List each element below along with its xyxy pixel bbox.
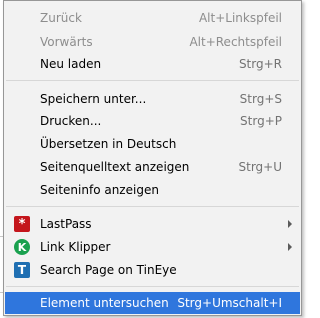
- submenu-arrow-icon: [288, 243, 292, 251]
- menu-separator: [6, 286, 299, 287]
- submenu-arrow-icon: [288, 220, 292, 228]
- menu-item-label: Zurück: [40, 11, 82, 25]
- menu-item-save-as[interactable]: Speichern unter... Strg+S: [5, 88, 300, 110]
- menu-item-label: Neu laden: [40, 57, 102, 71]
- menu-separator: [6, 206, 299, 207]
- menu-item-label: Seiteninfo anzeigen: [40, 183, 159, 197]
- menu-item-shortcut: Strg+R: [238, 57, 282, 71]
- menu-item-inspect-element[interactable]: Element untersuchen Strg+Umschalt+I: [5, 292, 300, 314]
- menu-item-label: LastPass: [40, 217, 92, 231]
- lastpass-icon: *: [14, 216, 30, 232]
- menu-item-label: Übersetzen in Deutsch: [40, 137, 177, 151]
- tineye-icon: T: [14, 262, 30, 278]
- menu-item-translate[interactable]: Übersetzen in Deutsch: [5, 133, 300, 155]
- menu-item-label: Seitenquelltext anzeigen: [40, 160, 190, 174]
- menu-item-label: Drucken...: [40, 114, 102, 128]
- menu-item-shortcut: Strg+U: [238, 160, 283, 174]
- menu-item-link-klipper[interactable]: K Link Klipper: [5, 236, 300, 258]
- menu-separator: [6, 80, 299, 81]
- menu-item-forward[interactable]: Vorwärts Alt+Rechtspfeil: [5, 31, 300, 53]
- context-menu: Zurück Alt+Linkspfeil Vorwärts Alt+Recht…: [3, 0, 302, 316]
- link-klipper-icon: K: [14, 239, 30, 255]
- menu-item-reload[interactable]: Neu laden Strg+R: [5, 53, 300, 75]
- menu-item-shortcut: Strg+P: [240, 114, 282, 128]
- menu-item-label: Speichern unter...: [40, 92, 147, 106]
- menu-item-label: Element untersuchen: [40, 296, 169, 310]
- menu-item-shortcut: Alt+Rechtspfeil: [189, 35, 282, 49]
- menu-item-tineye[interactable]: T Search Page on TinEye: [5, 259, 300, 281]
- menu-item-label: Search Page on TinEye: [40, 263, 177, 277]
- menu-item-lastpass[interactable]: * LastPass: [5, 213, 300, 235]
- menu-item-shortcut: Strg+Umschalt+I: [177, 296, 282, 310]
- menu-item-label: Vorwärts: [40, 35, 93, 49]
- menu-item-shortcut: Strg+S: [239, 92, 282, 106]
- menu-item-print[interactable]: Drucken... Strg+P: [5, 110, 300, 132]
- menu-item-label: Link Klipper: [40, 240, 111, 254]
- menu-item-back[interactable]: Zurück Alt+Linkspfeil: [5, 7, 300, 29]
- menu-item-shortcut: Alt+Linkspfeil: [198, 11, 282, 25]
- menu-item-page-info[interactable]: Seiteninfo anzeigen: [5, 179, 300, 201]
- menu-item-view-source[interactable]: Seitenquelltext anzeigen Strg+U: [5, 156, 300, 178]
